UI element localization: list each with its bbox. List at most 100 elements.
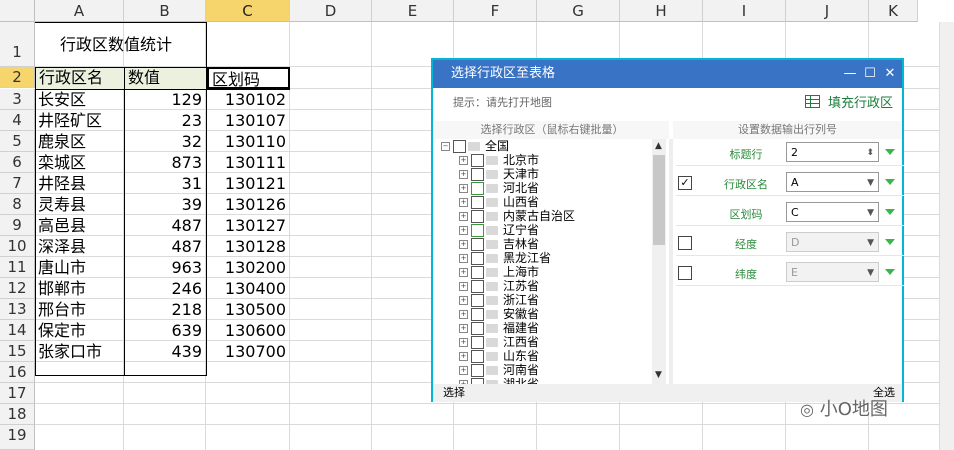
row-header-4[interactable]: 4 [0, 110, 35, 131]
cell-code[interactable]: 130121 [207, 173, 289, 194]
tree-item[interactable]: + 北京市 [435, 154, 651, 167]
cell-name[interactable]: 长安区 [38, 89, 124, 110]
chevron-down-icon[interactable]: ▼ [867, 203, 874, 223]
column-select[interactable]: D ▼ [786, 232, 879, 252]
stepper-icon[interactable]: ⬍ [866, 143, 874, 163]
expand-icon[interactable]: + [459, 184, 468, 193]
cell-name[interactable]: 栾城区 [38, 152, 124, 173]
row-header-16[interactable]: 16 [0, 362, 35, 383]
cell-name[interactable]: 高邑县 [38, 215, 124, 236]
cell-value[interactable]: 218 [125, 299, 205, 320]
row-header-1[interactable]: 1 [0, 22, 35, 67]
tree-checkbox[interactable] [471, 364, 484, 377]
cell-value[interactable]: 963 [125, 257, 205, 278]
field-checkbox[interactable]: ✓ [678, 176, 692, 190]
tree-checkbox[interactable] [471, 224, 484, 237]
tree-root[interactable]: − 全国 [435, 140, 651, 153]
row-header-2[interactable]: 2 [0, 67, 35, 88]
cell-value[interactable]: 32 [125, 131, 205, 152]
tree-item[interactable]: + 河北省 [435, 182, 651, 195]
dropdown-arrow-icon[interactable] [885, 239, 895, 245]
column-header-I[interactable]: I [703, 0, 786, 22]
tree-item[interactable]: + 山西省 [435, 196, 651, 209]
cell-value[interactable]: 31 [125, 173, 205, 194]
tree-checkbox[interactable] [471, 210, 484, 223]
column-header-A[interactable]: A [35, 0, 124, 22]
header-cell-name[interactable]: 行政区名 [36, 67, 124, 89]
tree-item[interactable]: + 安徽省 [435, 308, 651, 321]
tree-item[interactable]: + 天津市 [435, 168, 651, 181]
tree-checkbox[interactable] [471, 168, 484, 181]
cell-value[interactable]: 129 [125, 89, 205, 110]
tree-item[interactable]: + 黑龙江省 [435, 252, 651, 265]
close-icon[interactable]: ✕ [880, 60, 900, 88]
cell-value[interactable]: 246 [125, 278, 205, 299]
row-header-10[interactable]: 10 [0, 236, 35, 257]
field-checkbox[interactable] [678, 266, 692, 280]
tree-checkbox[interactable] [471, 322, 484, 335]
expand-icon[interactable]: + [459, 170, 468, 179]
cell-name[interactable]: 灵寿县 [38, 194, 124, 215]
column-header-D[interactable]: D [290, 0, 372, 22]
tree-checkbox[interactable] [471, 294, 484, 307]
row-header-18[interactable]: 18 [0, 404, 35, 425]
cell-code[interactable]: 130700 [207, 341, 289, 362]
cell-code[interactable]: 130126 [207, 194, 289, 215]
scroll-down-icon[interactable]: ▼ [655, 370, 662, 380]
row-header-14[interactable]: 14 [0, 320, 35, 341]
cell-value[interactable]: 873 [125, 152, 205, 173]
cell-code[interactable]: 130111 [207, 152, 289, 173]
expand-icon[interactable]: + [459, 226, 468, 235]
tree-item[interactable]: + 上海市 [435, 266, 651, 279]
cell-value[interactable]: 439 [125, 341, 205, 362]
cell-code[interactable]: 130200 [207, 257, 289, 278]
row-header-11[interactable]: 11 [0, 257, 35, 278]
header-cell-code[interactable]: 区划码 [207, 67, 290, 89]
cell-value[interactable]: 39 [125, 194, 205, 215]
row-header-3[interactable]: 3 [0, 89, 35, 110]
dropdown-arrow-icon[interactable] [885, 149, 895, 155]
cell-name[interactable]: 鹿泉区 [38, 131, 124, 152]
tree-checkbox[interactable] [471, 280, 484, 293]
expand-icon[interactable]: + [459, 156, 468, 165]
column-header-E[interactable]: E [372, 0, 454, 22]
column-header-G[interactable]: G [537, 0, 620, 22]
cell-name[interactable]: 井陉县 [38, 173, 124, 194]
tree-item[interactable]: + 辽宁省 [435, 224, 651, 237]
tree-item[interactable]: + 吉林省 [435, 238, 651, 251]
cell-code[interactable]: 130110 [207, 131, 289, 152]
cell-name[interactable]: 邯郸市 [38, 278, 124, 299]
region-tree[interactable]: − 全国 + 北京市 + 天津市 + 河北省 + 山西省 + 内蒙古自治区 + 辽宁省 + 吉林省 + 黑龙江省 +… [435, 139, 669, 385]
dropdown-arrow-icon[interactable] [885, 209, 895, 215]
chevron-down-icon[interactable]: ▼ [867, 233, 874, 253]
tree-item[interactable]: + 山东省 [435, 350, 651, 363]
fill-region-button[interactable]: 填充行政区 [805, 92, 893, 111]
sheet-vertical-scrollbar[interactable] [939, 22, 954, 450]
header-cell-value[interactable]: 数值 [125, 67, 206, 89]
minimize-icon[interactable]: — [840, 60, 860, 88]
expand-icon[interactable]: + [459, 324, 468, 333]
tree-scrollbar[interactable]: ▲ ▼ [652, 139, 666, 385]
tree-item[interactable]: + 浙江省 [435, 294, 651, 307]
tree-checkbox[interactable] [471, 266, 484, 279]
expand-icon[interactable]: + [459, 338, 468, 347]
tree-checkbox[interactable] [471, 308, 484, 321]
expand-icon[interactable]: + [459, 212, 468, 221]
column-header-J[interactable]: J [786, 0, 869, 22]
column-header-K[interactable]: K [869, 0, 918, 22]
cell-code[interactable]: 130107 [207, 110, 289, 131]
tree-item[interactable]: + 江西省 [435, 336, 651, 349]
cell-code[interactable]: 130127 [207, 215, 289, 236]
row-header-17[interactable]: 17 [0, 383, 35, 404]
cell-name[interactable]: 深泽县 [38, 236, 124, 257]
splitter[interactable] [669, 139, 673, 385]
cell-code[interactable]: 130600 [207, 320, 289, 341]
chevron-down-icon[interactable]: ▼ [867, 263, 874, 283]
field-checkbox[interactable] [678, 236, 692, 250]
expand-icon[interactable]: + [459, 352, 468, 361]
cell-name[interactable]: 唐山市 [38, 257, 124, 278]
cell-value[interactable]: 639 [125, 320, 205, 341]
cell-code[interactable]: 130128 [207, 236, 289, 257]
tree-checkbox[interactable] [471, 154, 484, 167]
cell-code[interactable]: 130500 [207, 299, 289, 320]
